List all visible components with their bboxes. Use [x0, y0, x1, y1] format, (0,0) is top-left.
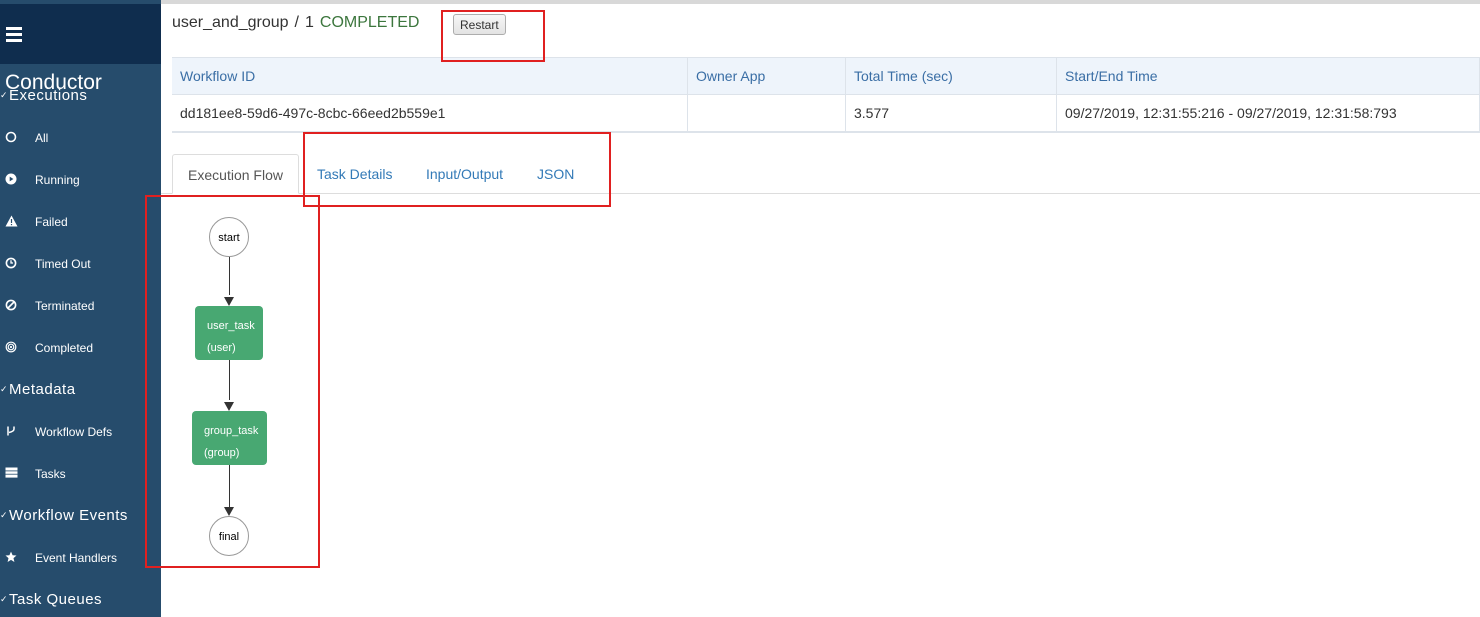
workflow-name: user_and_group — [172, 14, 289, 31]
cell-owner-app — [687, 94, 846, 133]
sidebar-header — [0, 4, 161, 64]
sidebar-item-workflow-defs[interactable]: Workflow Defs — [0, 422, 161, 444]
top-border — [0, 0, 1480, 4]
header-separator: / — [294, 14, 299, 31]
table-header-row: Workflow ID Owner App Total Time (sec) S… — [172, 57, 1480, 95]
column-header-total-time: Total Time (sec) — [845, 57, 1057, 95]
sidebar-item-timed-out[interactable]: Timed Out — [0, 254, 161, 276]
cell-total-time: 3.577 — [845, 94, 1057, 133]
sidebar-item-terminated[interactable]: Terminated — [0, 296, 161, 318]
sidebar-item-failed[interactable]: Failed — [0, 212, 161, 234]
section-workflow-events[interactable]: ✓Workflow Events — [0, 507, 128, 524]
chevron-down-icon: ✓ — [0, 510, 9, 520]
play-circle-icon — [4, 173, 18, 187]
hamburger-menu-icon[interactable] — [6, 26, 22, 42]
sidebar-item-running[interactable]: Running — [0, 170, 161, 192]
workflow-version: 1 — [305, 14, 314, 31]
workflow-summary-table: Workflow ID Owner App Total Time (sec) S… — [172, 57, 1480, 133]
chevron-down-icon: ✓ — [0, 594, 9, 604]
annotation-box-restart — [441, 10, 545, 62]
circle-outline-icon — [4, 131, 18, 145]
sidebar-item-event-handlers[interactable]: Event Handlers — [0, 548, 161, 570]
clock-icon — [4, 257, 18, 271]
ban-icon — [4, 299, 18, 313]
code-fork-icon — [4, 425, 18, 439]
workflow-status: COMPLETED — [319, 14, 420, 31]
chevron-down-icon: ✓ — [0, 90, 9, 100]
workflow-header: user_and_group / 1 COMPLETED — [172, 14, 419, 32]
sidebar-item-completed[interactable]: Completed — [0, 338, 161, 360]
tab-execution-flow[interactable]: Execution Flow — [172, 154, 299, 194]
tasks-icon — [4, 467, 18, 481]
cell-workflow-id: dd181ee8-59d6-497c-8cbc-66eed2b559e1 — [172, 94, 688, 133]
section-task-queues[interactable]: ✓Task Queues — [0, 591, 102, 608]
sidebar: Conductor ✓Executions All Running Failed… — [0, 0, 161, 617]
annotation-box-tabs — [303, 132, 611, 207]
column-header-workflow-id: Workflow ID — [172, 57, 688, 95]
annotation-box-diagram — [145, 195, 320, 568]
star-icon — [4, 551, 18, 565]
sidebar-item-tasks[interactable]: Tasks — [0, 464, 161, 486]
chevron-down-icon: ✓ — [0, 384, 9, 394]
bullseye-icon — [4, 341, 18, 355]
warning-icon — [4, 215, 18, 229]
sidebar-item-all[interactable]: All — [0, 128, 161, 150]
table-row: dd181ee8-59d6-497c-8cbc-66eed2b559e1 3.5… — [172, 94, 1480, 133]
cell-start-end-time: 09/27/2019, 12:31:55:216 - 09/27/2019, 1… — [1056, 94, 1480, 133]
section-metadata[interactable]: ✓Metadata — [0, 381, 76, 398]
column-header-start-end-time: Start/End Time — [1056, 57, 1480, 95]
section-executions[interactable]: ✓Executions — [0, 87, 87, 104]
column-header-owner-app: Owner App — [687, 57, 846, 95]
